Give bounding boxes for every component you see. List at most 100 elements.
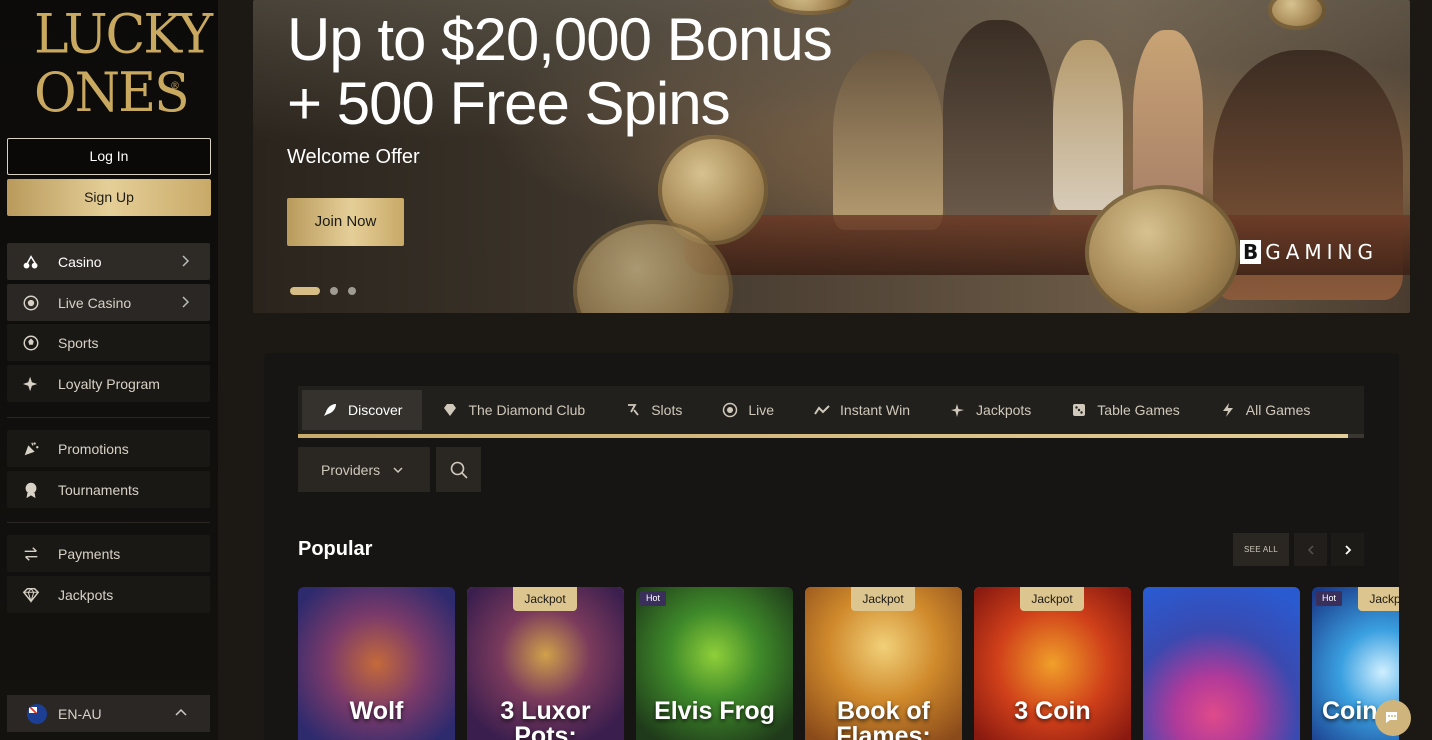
logo-line-2: ONES (34, 61, 190, 125)
provider-logo-mark: B (1239, 240, 1262, 264)
logo[interactable]: LUCKY ONES ® (34, 3, 213, 127)
game-title: Elvis Frog (654, 697, 775, 725)
sidebar-divider (7, 417, 210, 418)
tab-jackpots[interactable]: Jackpots (930, 390, 1051, 430)
arrows-exchange-icon (21, 544, 41, 564)
hero-person (1133, 30, 1203, 210)
diamond-icon (21, 585, 41, 605)
game-card[interactable]: Hot Elvis Frog (636, 587, 793, 740)
tab-label: Table Games (1097, 402, 1180, 418)
chevron-right-icon (182, 255, 190, 267)
sidebar-item-promotions[interactable]: Promotions (7, 430, 210, 467)
hero-subtitle: Welcome Offer (287, 146, 420, 168)
game-title: Book of Flames: (836, 697, 931, 740)
dice-icon (1073, 404, 1086, 416)
game-card[interactable] (1143, 587, 1300, 740)
carousel-dot[interactable] (330, 287, 338, 295)
sidebar-item-sports[interactable]: Sports (7, 324, 210, 361)
sidebar-item-label: Payments (58, 545, 121, 562)
diamond-icon (444, 404, 457, 416)
chat-icon (1386, 712, 1397, 723)
carousel-dots (290, 287, 356, 295)
hero-coin (1085, 185, 1240, 313)
sidebar-divider (7, 522, 210, 523)
lightning-icon (1222, 403, 1233, 417)
tab-label: Live (748, 402, 775, 418)
language-selector[interactable]: EN-AU (7, 695, 210, 732)
tabs-scrollbar[interactable] (298, 434, 1348, 438)
game-thumbnail (1143, 587, 1300, 740)
sidebar-item-live-casino[interactable]: Live Casino (7, 284, 210, 321)
providers-dropdown[interactable]: Providers (298, 447, 430, 492)
hero-title: Up to $20,000 Bonus + 500 Free Spins (287, 6, 833, 137)
signup-button[interactable]: Sign Up (7, 179, 211, 216)
sidebar-item-loyalty[interactable]: Loyalty Program (7, 365, 210, 402)
sparkle-icon (21, 374, 41, 394)
hero-title-line-1: Up to $20,000 Bonus (287, 6, 833, 73)
game-card[interactable]: Jackpot 3 Luxor Pots: (467, 587, 624, 740)
sidebar-item-tournaments[interactable]: Tournaments (7, 471, 210, 508)
game-card[interactable]: Wolf (298, 587, 455, 740)
game-category-tabs: Discover The Diamond Club Slots Live Ins… (298, 386, 1364, 434)
tab-diamond-club[interactable]: The Diamond Club (422, 390, 605, 430)
jackpot-badge: Jackpot (1358, 587, 1399, 611)
chevron-up-icon (175, 708, 187, 716)
section-title-popular: Popular (298, 538, 373, 560)
registered-mark: ® (170, 80, 180, 93)
sidebar-item-jackpots[interactable]: Jackpots (7, 576, 210, 613)
ball-icon (21, 333, 41, 353)
search-button[interactable] (436, 447, 481, 492)
tab-label: Slots (651, 402, 683, 418)
tabs-scrollbar-track (1348, 434, 1364, 438)
tab-all-games[interactable]: All Games (1200, 390, 1331, 430)
sidebar-item-label: Sports (58, 334, 99, 351)
sidebar-item-label: Live Casino (58, 294, 132, 311)
game-title: Wolf (349, 697, 404, 725)
tab-live[interactable]: Live (702, 390, 794, 430)
sidebar-item-payments[interactable]: Payments (7, 535, 210, 572)
language-label: EN-AU (58, 705, 102, 722)
jackpot-badge: Jackpot (513, 587, 577, 611)
tab-label: Discover (348, 402, 403, 418)
popular-games-carousel: Wolf Jackpot 3 Luxor Pots: Hot Elvis Fro… (298, 587, 1399, 740)
provider-logo-text: GAMING (1265, 240, 1378, 264)
hero-person (833, 50, 943, 230)
logo-line-1: LUCKY (34, 3, 213, 66)
tab-slots[interactable]: Slots (605, 390, 702, 430)
carousel-dot[interactable] (290, 287, 320, 295)
see-all-button[interactable]: SEE ALL (1233, 533, 1289, 566)
tab-discover[interactable]: Discover (302, 390, 423, 430)
tab-instant-win[interactable]: Instant Win (794, 390, 930, 430)
hero-title-line-2: + 500 Free Spins (287, 70, 731, 137)
cherries-icon (21, 252, 41, 272)
tab-label: The Diamond Club (468, 402, 586, 418)
login-button[interactable]: Log In (7, 138, 211, 175)
carousel-prev-button[interactable] (1294, 533, 1327, 566)
providers-label: Providers (321, 461, 381, 478)
search-icon (450, 461, 468, 479)
sidebar: LUCKY ONES ® Log In Sign Up Casino Live C… (0, 0, 218, 740)
join-now-button[interactable]: Join Now (287, 198, 404, 246)
game-card[interactable]: Jackpot Book of Flames: (805, 587, 962, 740)
chat-button[interactable] (1375, 700, 1411, 736)
tab-label: All Games (1245, 402, 1311, 418)
chevron-right-icon (182, 296, 190, 308)
slot-icon (628, 404, 639, 416)
tab-table-games[interactable]: Table Games (1051, 390, 1199, 430)
tab-label: Jackpots (976, 402, 1032, 418)
hero-person (1053, 40, 1123, 210)
hot-badge: Hot (1316, 591, 1342, 606)
rocket-icon (324, 404, 336, 416)
tab-label: Instant Win (840, 402, 911, 418)
jackpot-badge: Jackpot (851, 587, 915, 611)
carousel-next-button[interactable] (1331, 533, 1364, 566)
sidebar-item-label: Loyalty Program (58, 375, 160, 392)
sidebar-item-label: Promotions (58, 440, 129, 457)
sidebar-item-casino[interactable]: Casino (7, 243, 210, 280)
hero-person (943, 20, 1053, 220)
game-card[interactable]: Jackpot 3 Coin (974, 587, 1131, 740)
hero-banner[interactable]: Up to $20,000 Bonus + 500 Free Spins Wel… (253, 0, 1410, 313)
party-popper-icon (21, 439, 41, 459)
australia-flag-icon (27, 703, 47, 724)
carousel-dot[interactable] (348, 287, 356, 295)
